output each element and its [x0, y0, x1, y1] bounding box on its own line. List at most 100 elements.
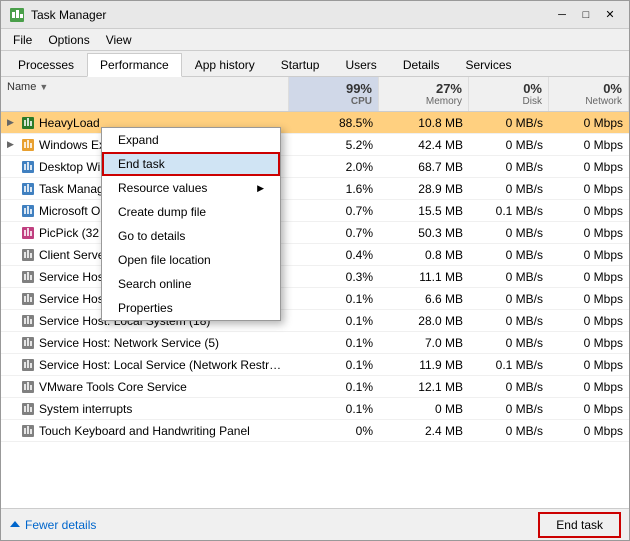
menu-view[interactable]: View — [98, 31, 140, 49]
context-menu-item-open-file-location[interactable]: Open file location — [102, 248, 280, 272]
context-menu-label: Go to details — [118, 229, 185, 243]
cell-cpu: 0.4% — [289, 246, 379, 264]
cell-network: 0 Mbps — [549, 202, 629, 220]
col-name[interactable]: Name ▼ — [1, 77, 289, 111]
process-icon — [21, 314, 35, 328]
context-menu-item-go-to-details[interactable]: Go to details — [102, 224, 280, 248]
cell-network: 0 Mbps — [549, 180, 629, 198]
cell-memory: 12.1 MB — [379, 378, 469, 396]
cell-disk: 0 MB/s — [469, 312, 549, 330]
context-menu-label: End task — [118, 157, 165, 171]
close-button[interactable]: ✕ — [599, 6, 621, 24]
cell-memory: 28.0 MB — [379, 312, 469, 330]
tab-processes[interactable]: Processes — [5, 53, 87, 76]
cell-network: 0 Mbps — [549, 422, 629, 440]
table-row[interactable]: ▶ HeavyLoad88.5%10.8 MB0 MB/s0 Mbps — [1, 112, 629, 134]
table-row[interactable]: PicPick (32 bit)0.7%50.3 MB0 MB/s0 Mbps — [1, 222, 629, 244]
context-menu-item-expand[interactable]: Expand — [102, 128, 280, 152]
end-task-button[interactable]: End task — [538, 512, 621, 538]
col-cpu[interactable]: 99% CPU — [289, 77, 379, 111]
cell-memory: 28.9 MB — [379, 180, 469, 198]
cell-disk: 0 MB/s — [469, 378, 549, 396]
col-memory[interactable]: 27% Memory — [379, 77, 469, 111]
cell-network: 0 Mbps — [549, 158, 629, 176]
menu-bar: File Options View — [1, 29, 629, 51]
table-header: Name ▼ 99% CPU 27% Memory 0% Disk — [1, 77, 629, 112]
process-icon — [21, 380, 35, 394]
cell-cpu: 1.6% — [289, 180, 379, 198]
col-disk[interactable]: 0% Disk — [469, 77, 549, 111]
table-row[interactable]: Touch Keyboard and Handwriting Panel0%2.… — [1, 420, 629, 442]
context-menu-label: Expand — [118, 133, 159, 147]
table-row[interactable]: Task Manager1.6%28.9 MB0 MB/s0 Mbps — [1, 178, 629, 200]
context-menu-item-end-task[interactable]: End task — [102, 152, 280, 176]
process-icon — [21, 248, 35, 262]
cell-disk: 0 MB/s — [469, 158, 549, 176]
task-manager-window: Task Manager ─ □ ✕ File Options View Pro… — [0, 0, 630, 541]
cell-memory: 10.8 MB — [379, 114, 469, 132]
tab-app-history[interactable]: App history — [182, 53, 268, 76]
context-menu-label: Create dump file — [118, 205, 206, 219]
cell-cpu: 5.2% — [289, 136, 379, 154]
table-row[interactable]: ▶ Windows Explor...5.2%42.4 MB0 MB/s0 Mb… — [1, 134, 629, 156]
title-controls: ─ □ ✕ — [551, 6, 621, 24]
tab-performance[interactable]: Performance — [87, 53, 182, 77]
title-bar: Task Manager ─ □ ✕ — [1, 1, 629, 29]
table-row[interactable]: System interrupts0.1%0 MB0 MB/s0 Mbps — [1, 398, 629, 420]
cell-memory: 42.4 MB — [379, 136, 469, 154]
cell-memory: 11.1 MB — [379, 268, 469, 286]
expand-arrow[interactable]: ▶ — [7, 139, 17, 150]
cell-memory: 15.5 MB — [379, 202, 469, 220]
tabs: Processes Performance App history Startu… — [1, 51, 629, 77]
context-menu-item-search-online[interactable]: Search online — [102, 272, 280, 296]
table-row[interactable]: Service Host: Local System (18)0.1%28.0 … — [1, 310, 629, 332]
table-row[interactable]: Service Host: Remote Procedure Call (2)0… — [1, 288, 629, 310]
tab-users[interactable]: Users — [332, 53, 389, 76]
table-row[interactable]: Service Host: Local Service (No Network)… — [1, 266, 629, 288]
process-icon — [21, 138, 35, 152]
cell-memory: 0 MB — [379, 400, 469, 418]
context-menu-item-create-dump-file[interactable]: Create dump file — [102, 200, 280, 224]
submenu-arrow: ▶ — [257, 183, 264, 194]
cell-cpu: 0.7% — [289, 224, 379, 242]
table-body: ▶ HeavyLoad88.5%10.8 MB0 MB/s0 Mbps▶ Win… — [1, 112, 629, 493]
table-row[interactable]: Service Host: Local Service (Network Res… — [1, 354, 629, 376]
cell-disk: 0 MB/s — [469, 290, 549, 308]
process-icon — [21, 204, 35, 218]
context-menu-item-properties[interactable]: Properties — [102, 296, 280, 320]
tab-details[interactable]: Details — [390, 53, 453, 76]
expand-arrow[interactable]: ▶ — [7, 117, 17, 128]
cell-network: 0 Mbps — [549, 334, 629, 352]
process-name: Service Host: Local Service (Network Res… — [39, 358, 283, 372]
menu-file[interactable]: File — [5, 31, 40, 49]
context-menu-label: Properties — [118, 301, 173, 315]
process-icon — [21, 270, 35, 284]
tab-startup[interactable]: Startup — [268, 53, 333, 76]
cell-disk: 0 MB/s — [469, 114, 549, 132]
cell-disk: 0.1 MB/s — [469, 202, 549, 220]
table-row[interactable]: Microsoft OneD...0.7%15.5 MB0.1 MB/s0 Mb… — [1, 200, 629, 222]
context-menu-item-resource-values[interactable]: Resource values▶ — [102, 176, 280, 200]
cell-network: 0 Mbps — [549, 290, 629, 308]
cell-network: 0 Mbps — [549, 246, 629, 264]
cell-network: 0 Mbps — [549, 224, 629, 242]
context-menu: Expand End task Resource values▶ Create dum… — [101, 127, 281, 321]
table-row[interactable]: Client Server Ru...0.4%0.8 MB0 MB/s0 Mbp… — [1, 244, 629, 266]
maximize-button[interactable]: □ — [575, 6, 597, 24]
table-row[interactable]: Desktop Windo...2.0%68.7 MB0 MB/s0 Mbps — [1, 156, 629, 178]
cell-cpu: 0.3% — [289, 268, 379, 286]
fewer-details-button[interactable]: Fewer details — [9, 518, 96, 532]
tab-services[interactable]: Services — [453, 53, 525, 76]
table-row[interactable]: Service Host: Network Service (5)0.1%7.0… — [1, 332, 629, 354]
cell-cpu: 0.1% — [289, 290, 379, 308]
col-network[interactable]: 0% Network — [549, 77, 629, 111]
table-row[interactable]: VMware Tools Core Service0.1%12.1 MB0 MB… — [1, 376, 629, 398]
process-name: System interrupts — [39, 402, 132, 416]
process-icon — [21, 160, 35, 174]
chevron-up-icon — [9, 519, 21, 531]
menu-options[interactable]: Options — [40, 31, 97, 49]
minimize-button[interactable]: ─ — [551, 6, 573, 24]
cell-memory: 68.7 MB — [379, 158, 469, 176]
cell-disk: 0 MB/s — [469, 180, 549, 198]
cell-disk: 0 MB/s — [469, 224, 549, 242]
